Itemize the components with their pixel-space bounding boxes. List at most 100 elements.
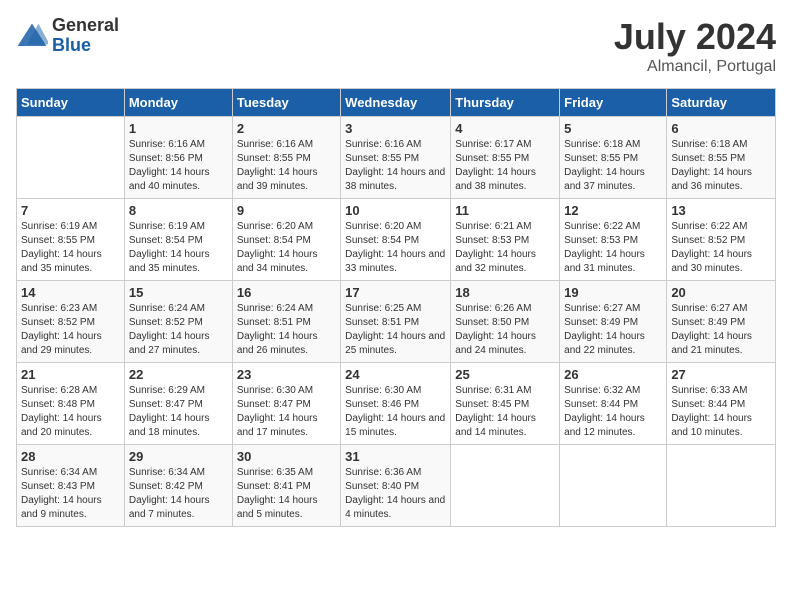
day-info: Sunrise: 6:24 AMSunset: 8:52 PMDaylight:… — [129, 302, 228, 358]
calendar-cell: 25 Sunrise: 6:31 AMSunset: 8:45 PMDayligh… — [451, 363, 560, 445]
day-info: Sunrise: 6:33 AMSunset: 8:44 PMDaylight:… — [671, 384, 771, 440]
day-info: Sunrise: 6:22 AMSunset: 8:52 PMDaylight:… — [671, 220, 771, 276]
day-number: 1 — [129, 121, 228, 136]
day-info: Sunrise: 6:34 AMSunset: 8:43 PMDaylight:… — [21, 466, 120, 522]
logo-blue-text: Blue — [52, 36, 119, 56]
day-number: 17 — [345, 285, 446, 300]
calendar-cell: 20 Sunrise: 6:27 AMSunset: 8:49 PMDayligh… — [667, 281, 776, 363]
day-info: Sunrise: 6:28 AMSunset: 8:48 PMDaylight:… — [21, 384, 120, 440]
day-info: Sunrise: 6:36 AMSunset: 8:40 PMDaylight:… — [345, 466, 446, 522]
day-number: 11 — [455, 203, 555, 218]
calendar-week-row: 14 Sunrise: 6:23 AMSunset: 8:52 PMDayligh… — [17, 281, 776, 363]
day-info: Sunrise: 6:31 AMSunset: 8:45 PMDaylight:… — [455, 384, 555, 440]
day-number: 14 — [21, 285, 120, 300]
calendar-cell: 14 Sunrise: 6:23 AMSunset: 8:52 PMDayligh… — [17, 281, 125, 363]
calendar-header-row: SundayMondayTuesdayWednesdayThursdayFrid… — [17, 89, 776, 117]
calendar-week-row: 21 Sunrise: 6:28 AMSunset: 8:48 PMDayligh… — [17, 363, 776, 445]
day-info: Sunrise: 6:32 AMSunset: 8:44 PMDaylight:… — [564, 384, 662, 440]
day-info: Sunrise: 6:20 AMSunset: 8:54 PMDaylight:… — [237, 220, 336, 276]
calendar-cell: 8 Sunrise: 6:19 AMSunset: 8:54 PMDaylight… — [124, 199, 232, 281]
day-info: Sunrise: 6:34 AMSunset: 8:42 PMDaylight:… — [129, 466, 228, 522]
day-number: 31 — [345, 449, 446, 464]
day-number: 23 — [237, 367, 336, 382]
day-info: Sunrise: 6:27 AMSunset: 8:49 PMDaylight:… — [671, 302, 771, 358]
day-number: 20 — [671, 285, 771, 300]
day-info: Sunrise: 6:30 AMSunset: 8:47 PMDaylight:… — [237, 384, 336, 440]
calendar-cell — [560, 445, 667, 527]
month-year-title: July 2024 — [614, 16, 776, 58]
calendar-cell: 23 Sunrise: 6:30 AMSunset: 8:47 PMDayligh… — [232, 363, 340, 445]
day-info: Sunrise: 6:16 AMSunset: 8:55 PMDaylight:… — [237, 138, 336, 194]
column-header-monday: Monday — [124, 89, 232, 117]
day-number: 22 — [129, 367, 228, 382]
calendar-cell: 22 Sunrise: 6:29 AMSunset: 8:47 PMDayligh… — [124, 363, 232, 445]
day-number: 21 — [21, 367, 120, 382]
day-number: 25 — [455, 367, 555, 382]
day-number: 2 — [237, 121, 336, 136]
day-info: Sunrise: 6:16 AMSunset: 8:55 PMDaylight:… — [345, 138, 446, 194]
day-info: Sunrise: 6:35 AMSunset: 8:41 PMDaylight:… — [237, 466, 336, 522]
calendar-cell: 1Sunrise: 6:16 AMSunset: 8:56 PMDaylight… — [124, 117, 232, 199]
calendar-cell — [17, 117, 125, 199]
calendar-cell: 18Sunrise: 6:26 AMSunset: 8:50 PMDayligh… — [451, 281, 560, 363]
calendar-cell: 4Sunrise: 6:17 AMSunset: 8:55 PMDaylight… — [451, 117, 560, 199]
logo-icon — [16, 22, 48, 50]
day-number: 26 — [564, 367, 662, 382]
column-header-tuesday: Tuesday — [232, 89, 340, 117]
day-info: Sunrise: 6:22 AMSunset: 8:53 PMDaylight:… — [564, 220, 662, 276]
calendar-cell: 16 Sunrise: 6:24 AMSunset: 8:51 PMDayligh… — [232, 281, 340, 363]
column-header-thursday: Thursday — [451, 89, 560, 117]
column-header-wednesday: Wednesday — [341, 89, 451, 117]
day-number: 9 — [237, 203, 336, 218]
day-number: 29 — [129, 449, 228, 464]
column-header-sunday: Sunday — [17, 89, 125, 117]
day-number: 8 — [129, 203, 228, 218]
day-number: 15 — [129, 285, 228, 300]
calendar-cell: 3 Sunrise: 6:16 AMSunset: 8:55 PMDaylight… — [341, 117, 451, 199]
day-info: Sunrise: 6:24 AMSunset: 8:51 PMDaylight:… — [237, 302, 336, 358]
location-subtitle: Almancil, Portugal — [614, 58, 776, 76]
day-number: 16 — [237, 285, 336, 300]
day-info: Sunrise: 6:25 AMSunset: 8:51 PMDaylight:… — [345, 302, 446, 358]
calendar-cell: 6 Sunrise: 6:18 AMSunset: 8:55 PMDaylight… — [667, 117, 776, 199]
calendar-cell: 13Sunrise: 6:22 AMSunset: 8:52 PMDayligh… — [667, 199, 776, 281]
calendar-cell: 2 Sunrise: 6:16 AMSunset: 8:55 PMDaylight… — [232, 117, 340, 199]
day-info: Sunrise: 6:19 AMSunset: 8:54 PMDaylight:… — [129, 220, 228, 276]
day-number: 30 — [237, 449, 336, 464]
day-info: Sunrise: 6:29 AMSunset: 8:47 PMDaylight:… — [129, 384, 228, 440]
calendar-cell: 19 Sunrise: 6:27 AMSunset: 8:49 PMDayligh… — [560, 281, 667, 363]
day-number: 19 — [564, 285, 662, 300]
calendar-cell: 12Sunrise: 6:22 AMSunset: 8:53 PMDayligh… — [560, 199, 667, 281]
day-info: Sunrise: 6:26 AMSunset: 8:50 PMDaylight:… — [455, 302, 555, 358]
title-block: July 2024 Almancil, Portugal — [614, 16, 776, 76]
day-number: 6 — [671, 121, 771, 136]
day-number: 27 — [671, 367, 771, 382]
calendar-cell: 15 Sunrise: 6:24 AMSunset: 8:52 PMDayligh… — [124, 281, 232, 363]
day-number: 5 — [564, 121, 662, 136]
calendar-cell — [451, 445, 560, 527]
day-number: 10 — [345, 203, 446, 218]
day-info: Sunrise: 6:21 AMSunset: 8:53 PMDaylight:… — [455, 220, 555, 276]
day-info: Sunrise: 6:20 AMSunset: 8:54 PMDaylight:… — [345, 220, 446, 276]
day-number: 28 — [21, 449, 120, 464]
day-info: Sunrise: 6:18 AMSunset: 8:55 PMDaylight:… — [671, 138, 771, 194]
day-info: Sunrise: 6:23 AMSunset: 8:52 PMDaylight:… — [21, 302, 120, 358]
day-info: Sunrise: 6:27 AMSunset: 8:49 PMDaylight:… — [564, 302, 662, 358]
calendar-cell: 9 Sunrise: 6:20 AMSunset: 8:54 PMDaylight… — [232, 199, 340, 281]
day-info: Sunrise: 6:30 AMSunset: 8:46 PMDaylight:… — [345, 384, 446, 440]
calendar-cell: 5 Sunrise: 6:18 AMSunset: 8:55 PMDaylight… — [560, 117, 667, 199]
column-header-saturday: Saturday — [667, 89, 776, 117]
day-info: Sunrise: 6:17 AMSunset: 8:55 PMDaylight:… — [455, 138, 555, 194]
logo: General Blue — [16, 16, 119, 56]
calendar-cell: 7Sunrise: 6:19 AMSunset: 8:55 PMDaylight… — [17, 199, 125, 281]
day-number: 3 — [345, 121, 446, 136]
calendar-cell: 30 Sunrise: 6:35 AMSunset: 8:41 PMDayligh… — [232, 445, 340, 527]
calendar-cell: 29 Sunrise: 6:34 AMSunset: 8:42 PMDayligh… — [124, 445, 232, 527]
day-info: Sunrise: 6:18 AMSunset: 8:55 PMDaylight:… — [564, 138, 662, 194]
calendar-cell: 17 Sunrise: 6:25 AMSunset: 8:51 PMDayligh… — [341, 281, 451, 363]
calendar-week-row: 7Sunrise: 6:19 AMSunset: 8:55 PMDaylight… — [17, 199, 776, 281]
logo-text: General Blue — [52, 16, 119, 56]
calendar-cell: 21 Sunrise: 6:28 AMSunset: 8:48 PMDayligh… — [17, 363, 125, 445]
calendar-week-row: 28 Sunrise: 6:34 AMSunset: 8:43 PMDayligh… — [17, 445, 776, 527]
page-header: General Blue July 2024 Almancil, Portuga… — [16, 16, 776, 76]
